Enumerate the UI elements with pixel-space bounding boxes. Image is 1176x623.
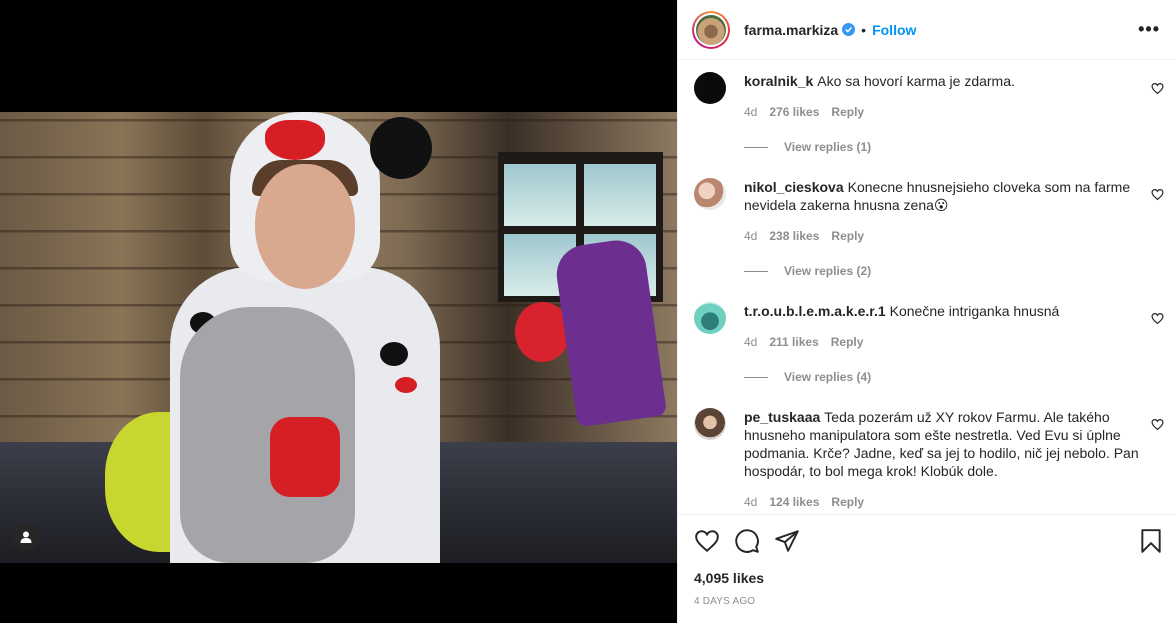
red-sleeve: [270, 417, 340, 497]
share-plane-icon[interactable]: [774, 528, 800, 554]
face: [255, 164, 355, 289]
post-photo[interactable]: [0, 112, 677, 563]
comment-likes[interactable]: 238 likes: [769, 229, 819, 243]
mouse-print: [380, 342, 408, 366]
heart-icon[interactable]: [1151, 418, 1164, 431]
reply-button[interactable]: Reply: [831, 105, 864, 119]
comment-text: Konečne intriganka hnusná: [889, 303, 1060, 319]
post-sidebar: farma.markiza • Follow ••• koralnik_k Ako…: [677, 0, 1176, 623]
like-heart-icon[interactable]: [694, 528, 720, 554]
comment-meta: 4d 211 likes Reply: [744, 335, 875, 349]
view-replies-button[interactable]: View replies (1): [744, 140, 871, 154]
comment-meta: 4d 124 likes Reply: [744, 495, 876, 509]
comment-bubble-icon[interactable]: [734, 528, 760, 554]
comment-age[interactable]: 4d: [744, 105, 757, 119]
reply-button[interactable]: Reply: [831, 335, 864, 349]
follow-button[interactable]: Follow: [872, 22, 916, 38]
avatar-border: [694, 12, 728, 47]
comment-body: pe_tuskaaa Teda pozerám už XY rokov Farmu…: [744, 408, 1139, 480]
comment-username[interactable]: nikol_cieskova: [744, 179, 844, 195]
heart-icon[interactable]: [1151, 312, 1164, 325]
comment-avatar[interactable]: [694, 408, 726, 440]
avatar-image: [696, 14, 726, 45]
hood-bow: [265, 120, 325, 160]
post-media[interactable]: [0, 0, 677, 623]
comment-age[interactable]: 4d: [744, 335, 757, 349]
comment-meta: 4d 276 likes Reply: [744, 105, 876, 119]
replies-line: [744, 270, 768, 272]
more-options-icon[interactable]: •••: [1138, 19, 1160, 40]
post-date[interactable]: 4 DAYS AGO: [694, 596, 755, 607]
comment-text: Ako sa hovorí karma je zdarma.: [817, 73, 1015, 89]
comment-likes[interactable]: 276 likes: [769, 105, 819, 119]
bookmark-icon[interactable]: [1138, 528, 1164, 554]
comment-likes[interactable]: 211 likes: [769, 335, 818, 349]
comment-username[interactable]: pe_tuskaaa: [744, 409, 820, 425]
comment-body: koralnik_k Ako sa hovorí karma je zdarma.: [744, 72, 1139, 90]
view-replies-button[interactable]: View replies (2): [744, 264, 871, 278]
comment-avatar[interactable]: [694, 178, 726, 210]
comment-likes[interactable]: 124 likes: [769, 495, 819, 509]
replies-line: [744, 146, 768, 148]
comment-avatar[interactable]: [694, 72, 726, 104]
action-bar: [694, 528, 1164, 556]
tagged-users-button[interactable]: [12, 523, 40, 551]
post-header: farma.markiza • Follow •••: [678, 0, 1176, 60]
heart-icon[interactable]: [1151, 188, 1164, 201]
comment: koralnik_k Ako sa hovorí karma je zdarma.…: [694, 72, 1164, 172]
view-replies-label: View replies (1): [784, 140, 872, 154]
reply-button[interactable]: Reply: [831, 229, 864, 243]
comment-age[interactable]: 4d: [744, 495, 757, 509]
comment-username[interactable]: t.r.o.u.b.l.e.m.a.k.e.r.1: [744, 303, 886, 319]
woman-in-onesie: [160, 112, 445, 563]
reply-button[interactable]: Reply: [831, 495, 864, 509]
comment-avatar[interactable]: [694, 302, 726, 334]
comment-username[interactable]: koralnik_k: [744, 73, 813, 89]
comments-list[interactable]: koralnik_k Ako sa hovorí karma je zdarma.…: [678, 61, 1176, 514]
heart-icon[interactable]: [1151, 82, 1164, 95]
replies-line: [744, 376, 768, 378]
comment: t.r.o.u.b.l.e.m.a.k.e.r.1 Konečne intriga…: [694, 302, 1164, 402]
comment-meta: 4d 238 likes Reply: [744, 229, 876, 243]
verified-badge-icon: [842, 23, 856, 36]
view-replies-label: View replies (2): [784, 264, 872, 278]
comment: pe_tuskaaa Teda pozerám už XY rokov Farmu…: [694, 408, 1164, 514]
user-icon: [20, 531, 32, 543]
post-viewer: farma.markiza • Follow ••• koralnik_k Ako…: [0, 0, 1176, 623]
header-separator: •: [861, 21, 867, 38]
post-actions: 4,095 likes 4 DAYS AGO: [678, 514, 1176, 623]
post-like-count[interactable]: 4,095 likes: [694, 570, 764, 586]
header-username[interactable]: farma.markiza: [744, 22, 838, 38]
window-pane: [584, 164, 656, 226]
mouse-ear: [370, 117, 432, 179]
profile-avatar[interactable]: [692, 10, 730, 49]
window-pane: [504, 164, 576, 226]
view-replies-label: View replies (4): [784, 370, 872, 384]
bow-print: [395, 377, 417, 393]
comment-body: nikol_cieskova Konecne hnusnejsieho clove…: [744, 178, 1139, 214]
comment-age[interactable]: 4d: [744, 229, 757, 243]
comment-body: t.r.o.u.b.l.e.m.a.k.e.r.1 Konečne intriga…: [744, 302, 1139, 320]
comment: nikol_cieskova Konecne hnusnejsieho clove…: [694, 178, 1164, 278]
view-replies-button[interactable]: View replies (4): [744, 370, 871, 384]
